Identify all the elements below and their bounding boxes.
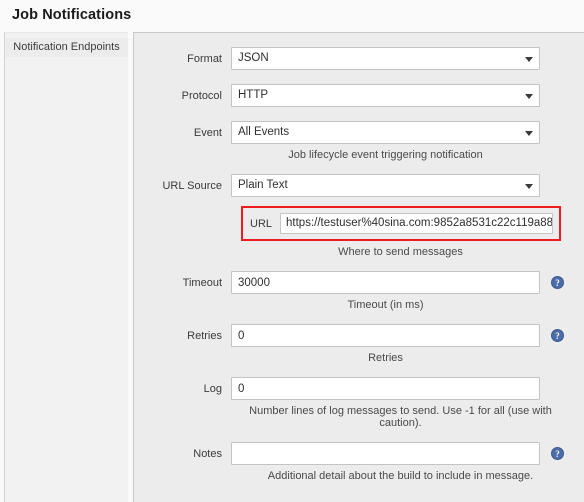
timeout-control <box>231 271 540 294</box>
format-control: JSON <box>231 47 540 70</box>
event-select-value: All Events <box>238 122 521 143</box>
url-source-row: URL Source Plain Text <box>134 174 584 197</box>
help-circle-icon[interactable]: ? <box>551 447 564 460</box>
retries-input[interactable] <box>231 324 540 347</box>
notes-help-slot: ? <box>540 447 570 460</box>
spacer-protocol <box>134 107 584 121</box>
notes-row: Notes ? <box>134 442 584 465</box>
help-circle-icon[interactable]: ? <box>551 329 564 342</box>
protocol-label: Protocol <box>134 90 231 102</box>
notes-hint: Additional detail about the build to inc… <box>231 465 570 482</box>
url-source-label: URL Source <box>134 180 231 192</box>
url-highlight-box: URL https://testuser%40sina.com:9852a853… <box>241 206 561 241</box>
tab-notification-endpoints-label: Notification Endpoints <box>13 41 119 53</box>
format-select[interactable]: JSON <box>231 47 540 70</box>
log-input[interactable] <box>231 377 540 400</box>
timeout-input[interactable] <box>231 271 540 294</box>
protocol-select[interactable]: HTTP <box>231 84 540 107</box>
protocol-select-value: HTTP <box>238 85 521 106</box>
spacer-timeout <box>134 311 584 324</box>
log-hint: Number lines of log messages to send. Us… <box>231 400 570 429</box>
url-hint: Where to send messages <box>231 241 570 258</box>
format-row: Format JSON <box>134 47 584 70</box>
log-label: Log <box>134 383 231 395</box>
help-circle-icon[interactable]: ? <box>551 276 564 289</box>
format-select-value: JSON <box>238 48 521 69</box>
event-row: Event All Events <box>134 121 584 144</box>
event-select[interactable]: All Events <box>231 121 540 144</box>
chevron-down-icon <box>525 94 533 99</box>
format-label: Format <box>134 53 231 65</box>
log-row: Log <box>134 377 584 400</box>
tab-notification-endpoints[interactable]: Notification Endpoints <box>5 38 128 57</box>
url-source-control: Plain Text <box>231 174 540 197</box>
chevron-down-icon <box>525 131 533 136</box>
timeout-row: Timeout ? <box>134 271 584 294</box>
spacer-retries <box>134 364 584 377</box>
spacer-log <box>134 429 584 442</box>
tab-strip: Notification Endpoints <box>4 32 128 502</box>
retries-control <box>231 324 540 347</box>
url-input[interactable]: https://testuser%40sina.com:9852a8531c22… <box>280 213 553 234</box>
retries-help-slot: ? <box>540 329 570 342</box>
spacer-event <box>134 161 584 174</box>
retries-label: Retries <box>134 330 231 342</box>
log-control <box>231 377 540 400</box>
notes-input[interactable] <box>231 442 540 465</box>
url-label: URL <box>250 218 280 230</box>
notes-control <box>231 442 540 465</box>
spacer-url <box>134 258 584 271</box>
timeout-hint: Timeout (in ms) <box>231 294 540 311</box>
timeout-help-slot: ? <box>540 276 570 289</box>
event-control: All Events <box>231 121 540 144</box>
protocol-row: Protocol HTTP <box>134 84 584 107</box>
page-title: Job Notifications <box>0 0 584 23</box>
spacer-format <box>134 70 584 84</box>
chevron-down-icon <box>525 57 533 62</box>
protocol-control: HTTP <box>231 84 540 107</box>
retries-hint: Retries <box>231 347 540 364</box>
notes-label: Notes <box>134 448 231 460</box>
url-source-select[interactable]: Plain Text <box>231 174 540 197</box>
notification-tab-layout: Notification Endpoints Format JSON Proto… <box>4 32 584 502</box>
event-hint: Job lifecycle event triggering notificat… <box>231 144 540 161</box>
url-source-select-value: Plain Text <box>238 175 521 196</box>
notification-endpoints-panel: Format JSON Protocol HTTP <box>133 32 584 502</box>
chevron-down-icon <box>525 184 533 189</box>
event-label: Event <box>134 127 231 139</box>
timeout-label: Timeout <box>134 277 231 289</box>
retries-row: Retries ? <box>134 324 584 347</box>
